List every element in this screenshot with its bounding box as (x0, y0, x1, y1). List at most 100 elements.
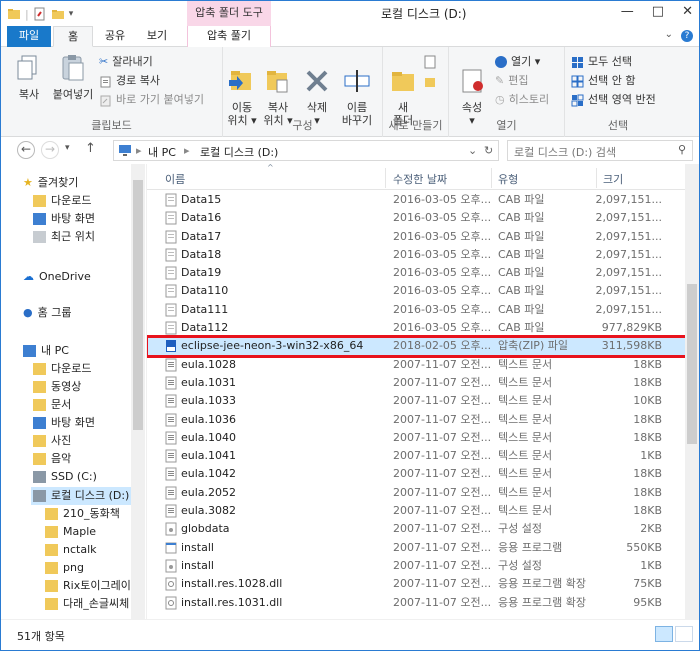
file-size: 18KB (633, 467, 662, 481)
copy-button[interactable]: 복사 (9, 53, 49, 101)
file-row[interactable]: eula.3082 2007-11-07 오전... 텍스트 문서 18KB (147, 502, 686, 520)
nav-pc-downloads[interactable]: 다운로드 (33, 360, 91, 378)
qat-dropdown-icon[interactable]: ▾ (69, 9, 74, 19)
up-button[interactable]: ↑ (85, 141, 96, 156)
address-bar[interactable]: ▸ 내 PC ▸ 로컬 디스크 (D:) ⌄ ↻ (113, 140, 499, 161)
nav-folder-6[interactable]: 다래_손글씨체 (45, 595, 129, 613)
file-row[interactable]: install 2007-11-07 오전... 응용 프로그램 550KB (147, 539, 686, 557)
history-button[interactable]: ◷ 히스토리 (495, 91, 549, 109)
new-folder-icon[interactable] (51, 7, 65, 21)
file-row[interactable]: eula.1028 2007-11-07 오전... 텍스트 문서 18KB (147, 356, 686, 374)
file-row[interactable]: globdata 2007-11-07 오전... 구성 설정 2KB (147, 520, 686, 538)
paste-shortcut-button[interactable]: 바로 가기 붙여넣기 (99, 91, 204, 109)
file-row[interactable]: install.res.1031.dll 2007-11-07 오전... 응용 프… (147, 594, 686, 612)
file-size: 2,097,151... (595, 229, 662, 243)
paste-button[interactable]: 붙여넣기 (51, 53, 95, 101)
column-size[interactable]: 크기 (603, 171, 623, 187)
file-row[interactable]: Data111 2016-03-05 오후... CAB 파일 2,097,151..… (147, 301, 686, 319)
minimize-button[interactable]: — (621, 4, 634, 19)
column-divider[interactable] (491, 168, 492, 188)
file-row[interactable]: Data16 2016-03-05 오후... CAB 파일 2,097,151... (147, 209, 686, 227)
easy-access-icon[interactable] (423, 75, 437, 89)
txt-file-icon (165, 449, 177, 463)
details-view-button[interactable] (655, 626, 673, 642)
list-scrollbar-thumb[interactable] (687, 284, 697, 444)
collapse-ribbon-icon[interactable]: ⌄ (665, 29, 673, 40)
nav-pc-desktop[interactable]: 바탕 화면 (33, 414, 95, 432)
file-row[interactable]: Data19 2016-03-05 오후... CAB 파일 2,097,151... (147, 264, 686, 282)
nav-pictures[interactable]: 사진 (33, 432, 71, 450)
list-scrollbar[interactable] (685, 164, 699, 619)
folder-icon (45, 598, 58, 610)
file-row[interactable]: Data112 2016-03-05 오후... CAB 파일 977,829KB (147, 319, 686, 337)
nav-ssd[interactable]: SSD (C:) (33, 468, 97, 486)
file-row[interactable]: install 2007-11-07 오전... 구성 설정 1KB (147, 557, 686, 575)
close-button[interactable]: ✕ (682, 4, 693, 19)
recent-locations-icon[interactable]: ▾ (65, 143, 70, 153)
file-row[interactable]: eula.1042 2007-11-07 오전... 텍스트 문서 18KB (147, 465, 686, 483)
nav-folder-3[interactable]: nctalk (45, 541, 97, 559)
nav-videos[interactable]: 동영상 (33, 378, 81, 396)
file-row[interactable]: Data17 2016-03-05 오후... CAB 파일 2,097,151... (147, 228, 686, 246)
tab-home[interactable]: 홈 (53, 26, 93, 47)
file-row[interactable]: eula.1031 2007-11-07 오전... 텍스트 문서 18KB (147, 374, 686, 392)
address-dropdown-icon[interactable]: ⌄ (468, 144, 477, 157)
tab-file[interactable]: 파일 (7, 26, 51, 47)
maximize-button[interactable]: □ (652, 4, 664, 19)
new-item-icon[interactable] (423, 55, 437, 69)
column-type[interactable]: 유형 (498, 171, 518, 187)
nav-recent[interactable]: 최근 위치 (33, 228, 95, 246)
edit-button[interactable]: ✎ 편집 (495, 72, 528, 90)
crumb-local-disk[interactable]: 로컬 디스크 (D:) (200, 144, 278, 160)
nav-scrollbar-thumb[interactable] (133, 180, 143, 430)
nav-folder-2[interactable]: Maple (45, 523, 96, 541)
file-row[interactable]: Data110 2016-03-05 오후... CAB 파일 2,097,151..… (147, 282, 686, 300)
tab-extract[interactable]: 압축 풀기 (187, 26, 271, 47)
nav-documents[interactable]: 문서 (33, 396, 71, 414)
tab-share[interactable]: 공유 (95, 26, 135, 47)
large-icons-view-button[interactable] (675, 626, 693, 642)
crumb-separator[interactable]: ▸ (184, 144, 190, 157)
back-button[interactable]: ← (17, 141, 35, 159)
nav-onedrive[interactable]: ☁ OneDrive (23, 268, 91, 286)
search-input[interactable]: 로컬 디스크 (D:) 검색 ⚲ (507, 140, 693, 161)
nav-local-disk-label: 로컬 디스크 (D:) (51, 489, 130, 502)
column-date[interactable]: 수정한 날짜 (393, 171, 447, 187)
nav-local-disk[interactable]: 로컬 디스크 (D:) (31, 487, 131, 505)
nav-folder-1[interactable]: 210_동화책 (45, 505, 120, 523)
forward-button[interactable]: → (41, 141, 59, 159)
crumb-this-pc[interactable]: 내 PC (148, 144, 176, 160)
copy-path-button[interactable]: 경로 복사 (99, 72, 160, 90)
nav-desktop[interactable]: 바탕 화면 (33, 210, 95, 228)
file-row[interactable]: eula.1040 2007-11-07 오전... 텍스트 문서 18KB (147, 429, 686, 447)
nav-this-pc[interactable]: 내 PC (23, 342, 69, 360)
file-row[interactable]: install.res.1028.dll 2007-11-07 오전... 응용 프… (147, 575, 686, 593)
select-all-button[interactable]: 모두 선택 (571, 53, 632, 71)
invert-selection-button[interactable]: 선택 영역 반전 (571, 91, 656, 109)
selected-file-row[interactable]: eclipse-jee-neon-3-win32-x86_64 2018-02-0… (147, 335, 686, 358)
column-name[interactable]: 이름 (165, 171, 185, 187)
file-row[interactable]: eula.1036 2007-11-07 오전... 텍스트 문서 18KB (147, 411, 686, 429)
help-button[interactable]: ? (681, 30, 693, 42)
file-row[interactable]: Data15 2016-03-05 오후... CAB 파일 2,097,151... (147, 191, 686, 209)
nav-downloads[interactable]: 다운로드 (33, 192, 91, 210)
column-divider[interactable] (385, 168, 386, 188)
nav-music[interactable]: 음악 (33, 450, 71, 468)
cut-button[interactable]: ✂ 잘라내기 (99, 53, 153, 71)
file-row[interactable]: eula.1041 2007-11-07 오전... 텍스트 문서 1KB (147, 447, 686, 465)
select-none-button[interactable]: 선택 안 함 (571, 72, 635, 90)
nav-folder-5[interactable]: Rix토이그레이 (45, 577, 131, 595)
file-row[interactable]: eula.1033 2007-11-07 오전... 텍스트 문서 10KB (147, 392, 686, 410)
column-divider[interactable] (596, 168, 597, 188)
nav-favorites[interactable]: ★ 즐겨찾기 (23, 174, 78, 192)
properties-icon[interactable] (33, 7, 47, 21)
file-row[interactable]: Data18 2016-03-05 오후... CAB 파일 2,097,151... (147, 246, 686, 264)
nav-homegroup[interactable]: ● 홈 그룹 (23, 304, 71, 322)
refresh-icon[interactable]: ↻ (484, 144, 493, 157)
folder-icon[interactable] (7, 7, 21, 21)
nav-scrollbar[interactable] (131, 164, 145, 619)
file-row[interactable]: eula.2052 2007-11-07 오전... 텍스트 문서 18KB (147, 484, 686, 502)
open-button[interactable]: 열기 ▾ (495, 53, 540, 71)
nav-folder-4[interactable]: png (45, 559, 84, 577)
tab-view[interactable]: 보기 (137, 26, 177, 47)
